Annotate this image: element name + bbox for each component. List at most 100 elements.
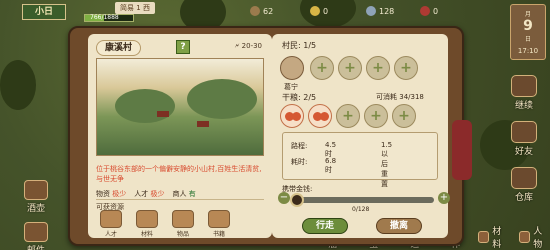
food-heading: 干粮: 2/5 xyxy=(282,92,316,103)
money-slider-knob[interactable] xyxy=(290,193,304,207)
mail-icon xyxy=(24,222,48,242)
trait-value: 极少 xyxy=(150,190,165,198)
hill-shape xyxy=(187,79,257,119)
money-slider[interactable] xyxy=(290,193,434,207)
left-menu-jar[interactable]: 酒壶 xyxy=(18,180,54,214)
left-menu: 酒壶 邮件 xyxy=(18,180,54,250)
bottom-people[interactable]: 人物 xyxy=(519,224,550,250)
villagers-heading: 村民: 1/5 xyxy=(282,40,316,51)
gem-count: 128 xyxy=(379,6,395,16)
trait-supplies: 物资 极少 xyxy=(96,189,126,199)
trait-talent: 人才 极少 xyxy=(134,189,164,199)
add-food-slot[interactable]: + xyxy=(336,104,360,128)
village-badge[interactable]: 小日 xyxy=(22,4,66,20)
right-menu-continue[interactable]: 继续 xyxy=(502,75,546,111)
talent-icon xyxy=(100,210,122,228)
add-food-slot[interactable]: + xyxy=(364,104,388,128)
village-description: 位于桃谷东部的一个偏僻安静的小山村,百姓生活清贫,与世无争 xyxy=(96,165,262,183)
health-text: 766/1888 xyxy=(90,14,119,21)
add-villager-slot[interactable]: + xyxy=(394,56,418,80)
villager-portrait[interactable] xyxy=(280,56,304,80)
village-landscape-image xyxy=(96,58,264,156)
jar-icon xyxy=(24,180,48,200)
decrease-money-button[interactable]: − xyxy=(278,192,290,204)
left-menu-mail[interactable]: 邮件 xyxy=(18,222,54,250)
hill-shape xyxy=(115,89,175,123)
bottom-label: 人物 xyxy=(533,227,543,250)
help-button[interactable]: ? xyxy=(176,40,190,54)
trait-label: 商人 xyxy=(172,190,187,198)
book-icon xyxy=(208,210,230,228)
top-hud: 小日 简易 1 西 766/1888 62 0 128 0 xyxy=(0,0,550,22)
expedition-page: 村民: 1/5 葛宁 + + + + 干粮: 2/5 可消耗 34/318 + … xyxy=(272,34,450,238)
distance-row: 路程: 4.5时 1.5以后重置 xyxy=(291,141,392,188)
resources-list: 人才 材料 物品 书籍 xyxy=(96,210,234,238)
add-villager-slot[interactable]: + xyxy=(338,56,362,80)
money-slider-value: 0/128 xyxy=(352,206,370,213)
time-value: 6.8时 xyxy=(325,157,337,174)
go-button[interactable]: 行走 xyxy=(302,218,348,234)
trait-label: 物资 xyxy=(96,190,110,198)
peach-food-icon[interactable] xyxy=(280,104,304,128)
capacity-value: 34/318 xyxy=(399,93,424,101)
house-roof-icon xyxy=(197,121,209,127)
village-range-value: 20-30 xyxy=(241,42,262,50)
increase-money-button[interactable]: + xyxy=(438,192,450,204)
resource-energy: 0 xyxy=(420,4,438,18)
resource-gem: 128 xyxy=(366,4,394,18)
resource-item[interactable]: 物品 xyxy=(168,210,198,238)
box-icon xyxy=(478,231,490,243)
resource-coin: 0 xyxy=(310,4,328,18)
village-traits: 物资 极少 人才 极少 商人 有 xyxy=(96,189,196,199)
trait-value: 极少 xyxy=(112,190,127,198)
friends-icon xyxy=(511,121,537,143)
distance-label: 路程: xyxy=(291,142,308,150)
calendar-day-unit: 日 xyxy=(524,36,531,43)
food-label: 干粮: xyxy=(282,93,301,102)
trait-value: 有 xyxy=(188,190,196,198)
right-menu-warehouse[interactable]: 仓库 xyxy=(502,167,546,203)
divider xyxy=(96,199,264,200)
food-count: 62 xyxy=(263,6,274,16)
right-menu-label: 好友 xyxy=(514,147,533,157)
add-villager-slot[interactable]: + xyxy=(366,56,390,80)
bottom-label: 材料 xyxy=(492,227,502,250)
villagers-count: 1/5 xyxy=(303,41,317,50)
resource-book[interactable]: 书籍 xyxy=(204,210,234,238)
time-row: 耗时: 6.8时 xyxy=(291,157,336,174)
material-icon xyxy=(136,210,158,228)
right-menu-label: 继续 xyxy=(514,101,533,111)
resource-talent[interactable]: 人才 xyxy=(96,210,126,238)
person-icon xyxy=(519,231,531,243)
add-food-slot[interactable]: + xyxy=(392,104,416,128)
right-menu-friends[interactable]: 好友 xyxy=(502,121,546,157)
add-villager-slot[interactable]: + xyxy=(310,56,334,80)
village-range: 🗲 20-30 xyxy=(234,42,262,50)
resource-material[interactable]: 材料 xyxy=(132,210,162,238)
bottom-materials[interactable]: 材料 xyxy=(478,224,509,250)
resource-label: 书籍 xyxy=(212,231,225,238)
village-info-page: 康溪村 ? 🗲 20-30 位于桃谷东部的一个偏僻安静的小山村,百姓生活清贫,与… xyxy=(88,34,272,238)
time-label: 耗时: xyxy=(291,158,308,166)
capacity-label: 可消耗 xyxy=(376,93,397,101)
hoe-icon xyxy=(511,75,537,97)
coin-icon xyxy=(310,6,320,16)
calendar-time: 17:10 xyxy=(517,47,539,55)
trait-merchant: 商人 有 xyxy=(172,189,195,199)
resource-label: 人才 xyxy=(104,231,117,238)
food-count: 2/5 xyxy=(303,93,317,102)
cancel-button[interactable]: 撤离 xyxy=(376,218,422,234)
gem-icon xyxy=(366,6,376,16)
travel-info-box: 路程: 4.5时 1.5以后重置 耗时: 6.8时 xyxy=(282,132,438,188)
resource-food: 62 xyxy=(250,4,273,18)
left-menu-label: 酒壶 xyxy=(26,204,45,214)
food-icon xyxy=(250,6,260,16)
right-menu-label: 仓库 xyxy=(514,193,533,203)
peach-food-icon[interactable] xyxy=(308,104,332,128)
calendar-day: 9 xyxy=(523,18,533,34)
tree-icon xyxy=(0,60,36,110)
calendar-widget[interactable]: 月 9 日 17:10 xyxy=(510,4,546,60)
calendar-month: 月 xyxy=(524,11,531,18)
house-icon xyxy=(511,167,537,189)
coin-count: 0 xyxy=(323,6,329,16)
